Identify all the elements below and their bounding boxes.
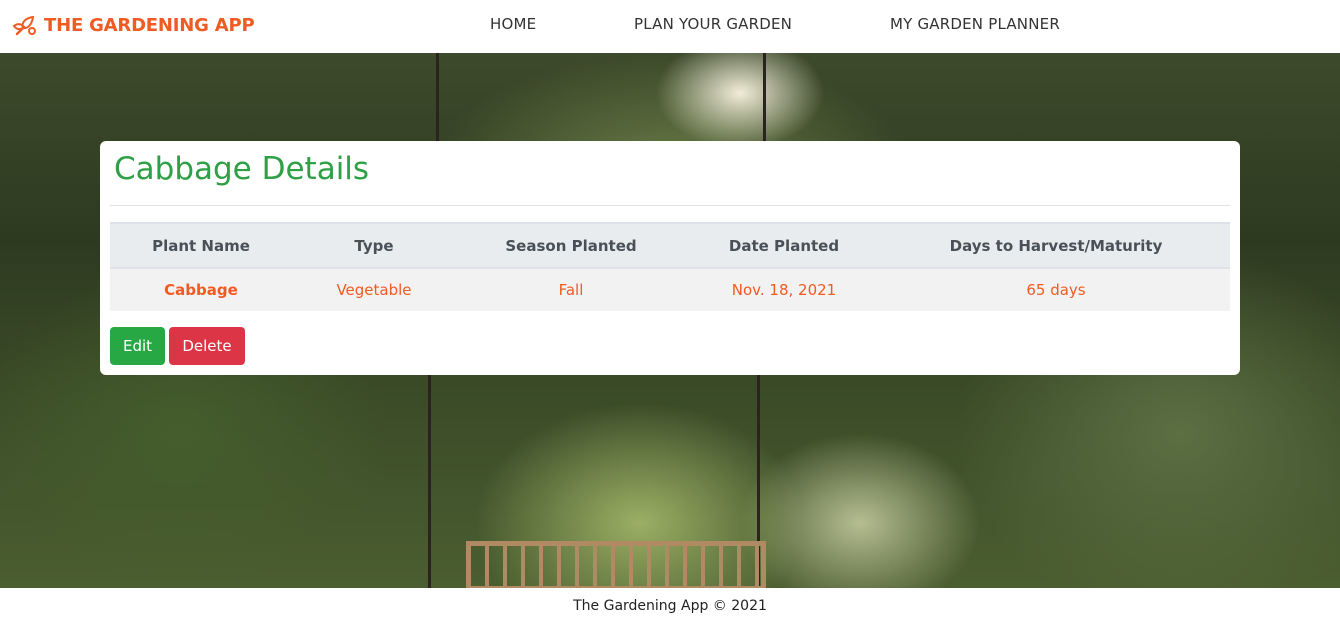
- nav-my-garden-planner[interactable]: MY GARDEN PLANNER: [890, 15, 1060, 33]
- page-title: Cabbage Details: [114, 151, 370, 187]
- swing-bench-back: [466, 541, 766, 588]
- garden-tools-icon: [12, 15, 36, 36]
- header-plant-name: Plant Name: [110, 222, 292, 269]
- delete-button[interactable]: Delete: [169, 327, 245, 365]
- edit-button[interactable]: Edit: [110, 327, 165, 365]
- plant-details-table: Plant Name Type Season Planted Date Plan…: [110, 222, 1230, 311]
- footer: The Gardening App © 2021: [0, 588, 1340, 639]
- header-days-to-harvest: Days to Harvest/Maturity: [882, 222, 1230, 269]
- header-season-planted: Season Planted: [456, 222, 686, 269]
- swing-rope-left-bottom: [428, 375, 431, 588]
- cell-days-to-harvest: 65 days: [882, 268, 1230, 311]
- swing-rope-left-top: [436, 53, 439, 143]
- cell-plant-name: Cabbage: [110, 268, 292, 311]
- table-row: Cabbage Vegetable Fall Nov. 18, 2021 65 …: [110, 268, 1230, 311]
- cell-type: Vegetable: [292, 268, 456, 311]
- cell-date-planted: Nov. 18, 2021: [686, 268, 882, 311]
- header-type: Type: [292, 222, 456, 269]
- nav-plan-your-garden[interactable]: PLAN YOUR GARDEN: [634, 15, 792, 33]
- brand-link[interactable]: THE GARDENING APP: [12, 12, 255, 38]
- navbar: THE GARDENING APP HOME PLAN YOUR GARDEN …: [0, 0, 1340, 53]
- plant-details-card: Cabbage Details Plant Name Type Season P…: [100, 141, 1240, 375]
- title-divider: [110, 205, 1230, 206]
- table-header-row: Plant Name Type Season Planted Date Plan…: [110, 222, 1230, 269]
- footer-copyright: The Gardening App © 2021: [573, 598, 767, 614]
- nav-home[interactable]: HOME: [490, 15, 536, 33]
- brand-name: THE GARDENING APP: [44, 14, 255, 36]
- cell-season-planted: Fall: [456, 268, 686, 311]
- header-date-planted: Date Planted: [686, 222, 882, 269]
- swing-rope-right-top: [763, 53, 766, 143]
